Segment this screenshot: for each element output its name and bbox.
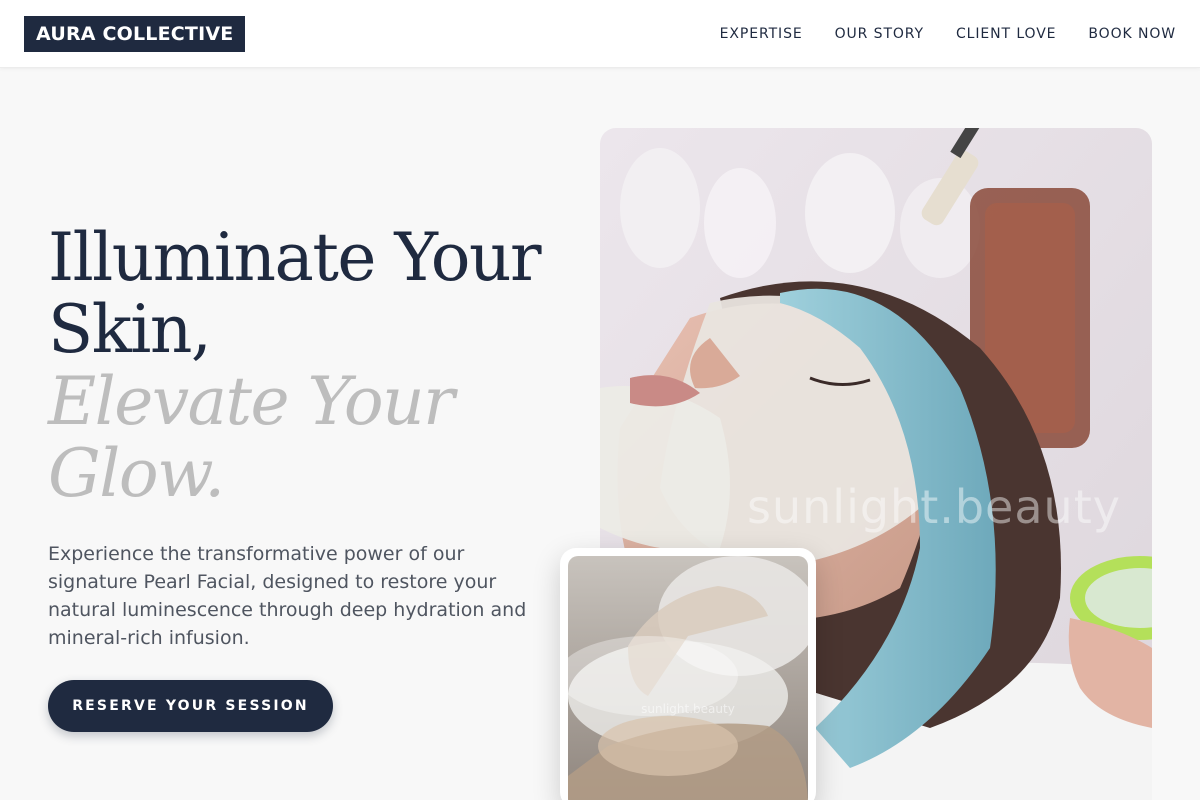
steam-treatment-photo: sunlight.beauty <box>568 556 808 800</box>
top-navbar: AURA COLLECTIVE EXPERTISE OUR STORY CLIE… <box>0 0 1200 68</box>
steam-treatment-illustration <box>568 556 808 800</box>
nav-link-book-now[interactable]: BOOK NOW <box>1088 26 1176 42</box>
main-image-watermark: sunlight.beauty <box>747 480 1121 534</box>
inset-image-watermark: sunlight.beauty <box>641 702 735 716</box>
hero-headline: Illuminate Your Skin, Elevate Your Glow. <box>48 222 568 510</box>
hero-headline-line2: Elevate Your Glow. <box>48 363 455 512</box>
nav-link-client-love[interactable]: CLIENT LOVE <box>956 26 1056 42</box>
hero-description: Experience the transformative power of o… <box>48 543 527 649</box>
nav-link-expertise[interactable]: EXPERTISE <box>720 26 803 42</box>
brand-logo[interactable]: AURA COLLECTIVE <box>24 16 246 52</box>
hero-text-section: Illuminate Your Skin, Elevate Your Glow.… <box>48 222 568 652</box>
main-nav: EXPERTISE OUR STORY CLIENT LOVE BOOK NOW <box>688 0 1176 68</box>
reserve-session-button[interactable]: RESERVE YOUR SESSION <box>48 680 333 732</box>
inset-photo-card: sunlight.beauty <box>560 548 816 800</box>
hero-headline-line1: Illuminate Your Skin, <box>48 219 542 368</box>
nav-link-our-story[interactable]: OUR STORY <box>835 26 924 42</box>
